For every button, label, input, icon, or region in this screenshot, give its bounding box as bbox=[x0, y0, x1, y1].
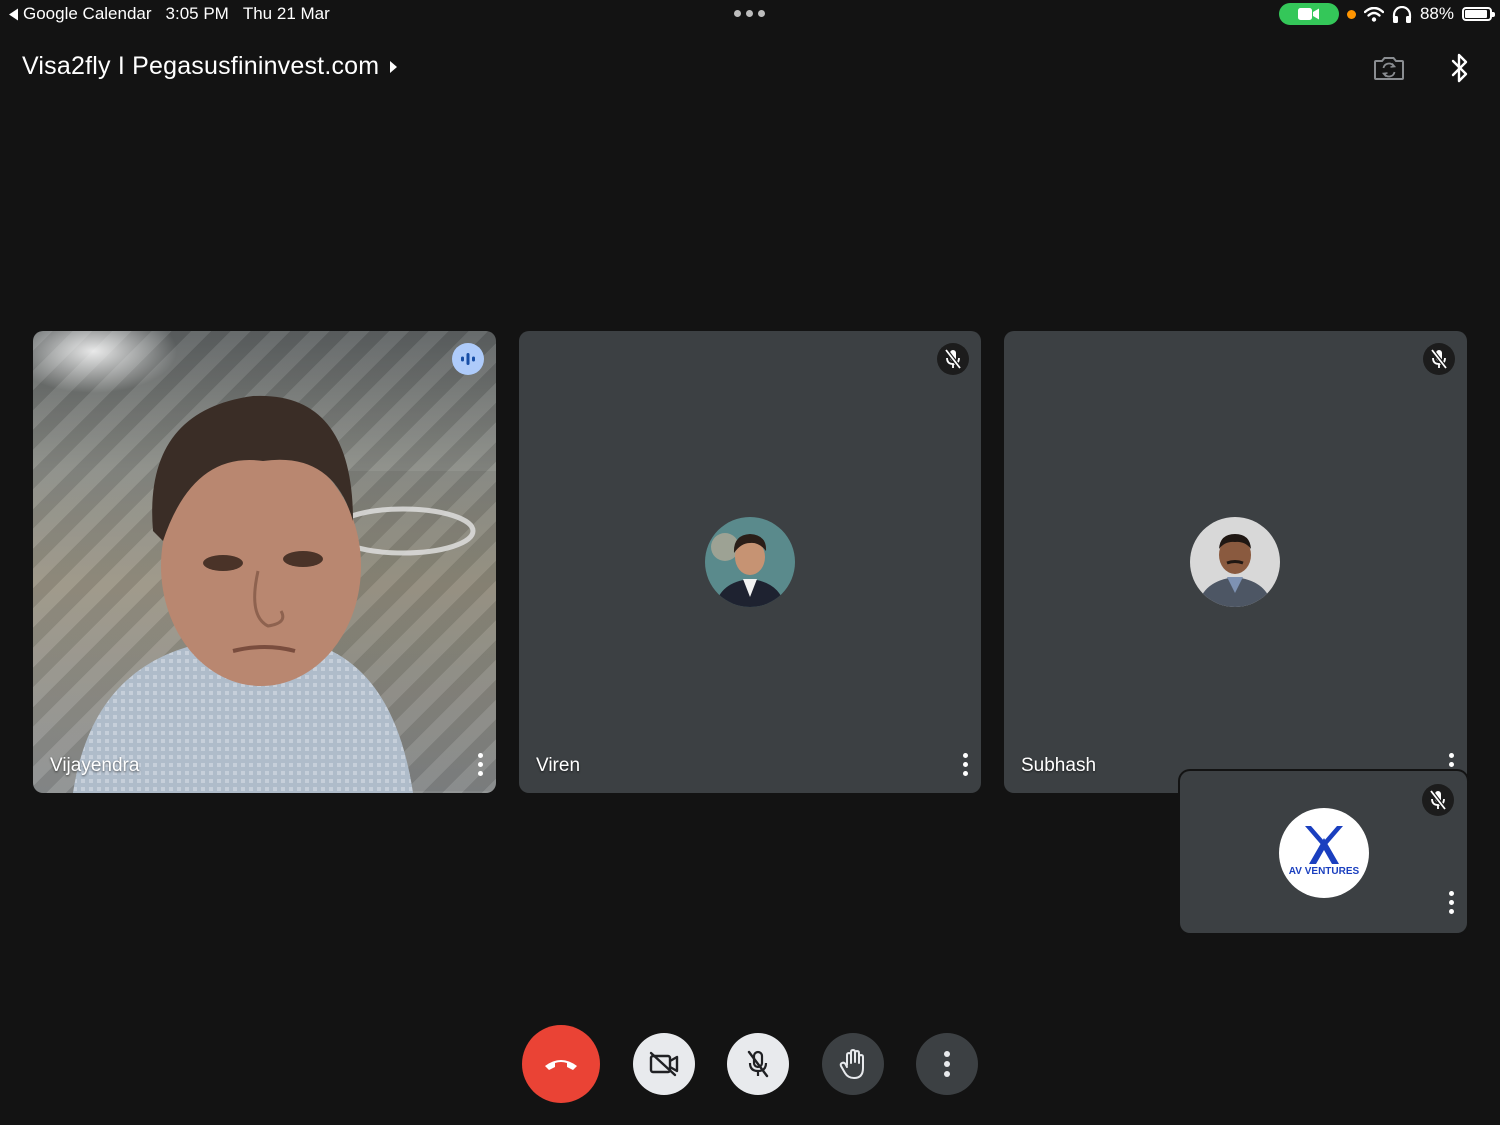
participant-options-button[interactable] bbox=[472, 749, 488, 779]
participant-tile-vijayendra[interactable]: Vijayendra bbox=[33, 331, 496, 793]
back-to-app-link[interactable]: Google Calendar bbox=[8, 4, 152, 24]
mic-off-icon bbox=[747, 1050, 769, 1078]
logo-text: AV VENTURES bbox=[1288, 866, 1360, 877]
mic-off-icon bbox=[1430, 348, 1448, 370]
back-arrow-icon bbox=[9, 8, 18, 20]
participant-avatar bbox=[1190, 517, 1280, 607]
speaking-indicator bbox=[452, 343, 484, 375]
headphones-icon bbox=[1392, 5, 1412, 23]
participant-options-button[interactable] bbox=[1443, 887, 1459, 917]
mic-in-use-dot bbox=[1346, 9, 1356, 19]
more-options-button[interactable] bbox=[916, 1033, 978, 1095]
status-bar: Google Calendar 3:05 PM Thu 21 Mar 88% bbox=[0, 0, 1500, 28]
multitasking-dots-icon[interactable] bbox=[734, 10, 765, 17]
switch-camera-icon bbox=[1374, 57, 1404, 80]
mic-toggle-button[interactable] bbox=[727, 1033, 789, 1095]
camera-in-use-indicator bbox=[1278, 3, 1339, 25]
participant-tile-viren[interactable]: Viren bbox=[519, 331, 981, 793]
participant-avatar bbox=[705, 517, 795, 607]
muted-indicator bbox=[937, 343, 969, 375]
participant-options-button[interactable] bbox=[957, 749, 973, 779]
meeting-title: Visa2fly I Pegasusfininvest.com bbox=[22, 52, 380, 80]
logo-mark bbox=[1305, 826, 1343, 864]
more-vert-icon bbox=[944, 1051, 950, 1077]
meeting-title-button[interactable]: Visa2fly I Pegasusfininvest.com bbox=[22, 52, 398, 81]
audio-output-button[interactable] bbox=[1440, 48, 1480, 88]
back-app-label: Google Calendar bbox=[23, 4, 152, 23]
avatar-photo bbox=[1190, 517, 1280, 607]
camera-off-icon bbox=[649, 1051, 679, 1077]
raise-hand-icon bbox=[839, 1049, 864, 1079]
camera-toggle-button[interactable] bbox=[633, 1033, 695, 1095]
video-camera-icon bbox=[1297, 8, 1319, 20]
participant-name: Subhash bbox=[1021, 755, 1097, 776]
avatar-photo bbox=[705, 517, 795, 607]
participant-name: Vijayendra bbox=[50, 755, 140, 776]
muted-indicator bbox=[1422, 784, 1454, 816]
participant-tile-av-ventures[interactable]: AV VENTURES bbox=[1180, 771, 1467, 933]
audio-level-icon bbox=[461, 353, 475, 365]
muted-indicator bbox=[1423, 343, 1455, 375]
raise-hand-button[interactable] bbox=[822, 1033, 884, 1095]
mic-off-icon bbox=[1429, 789, 1447, 811]
mic-off-icon bbox=[944, 348, 962, 370]
battery-percent: 88% bbox=[1419, 4, 1454, 23]
clock: 3:05 PM bbox=[165, 4, 229, 23]
switch-camera-button[interactable] bbox=[1369, 48, 1409, 88]
participant-tile-subhash[interactable]: Subhash bbox=[1004, 331, 1467, 793]
av-ventures-logo: AV VENTURES bbox=[1279, 808, 1369, 898]
participant-name: Viren bbox=[536, 755, 581, 776]
end-call-button[interactable] bbox=[522, 1025, 600, 1103]
end-call-icon bbox=[545, 1060, 577, 1070]
wifi-icon bbox=[1363, 6, 1384, 22]
bluetooth-icon bbox=[1451, 53, 1468, 83]
participant-video bbox=[73, 395, 496, 793]
chevron-right-icon bbox=[390, 60, 398, 73]
date: Thu 21 Mar bbox=[242, 4, 330, 23]
battery-icon bbox=[1462, 7, 1495, 21]
